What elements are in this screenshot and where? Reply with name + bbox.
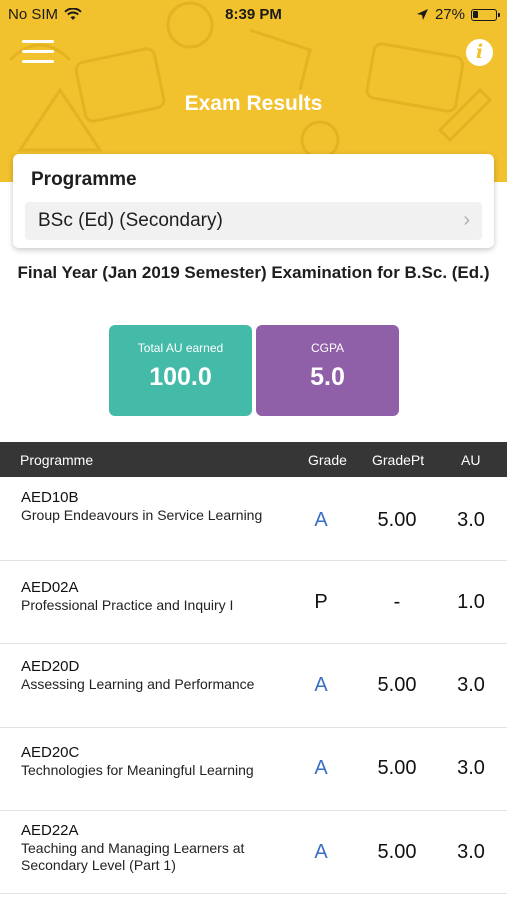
course-code: AED10B [21,489,79,506]
cgpa-value: 5.0 [310,363,345,391]
total-au-card: Total AU earned 100.0 [109,325,252,416]
table-row[interactable]: AED20C Technologies for Meaningful Learn… [0,728,507,811]
header-programme: Programme [20,452,94,468]
status-bar: No SIM 8:39 PM 27% [0,0,507,30]
course-info: AED20C Technologies for Meaningful Learn… [21,744,291,779]
table-row[interactable]: AED22A Teaching and Managing Learners at… [0,811,507,894]
course-info: AED20D Assessing Learning and Performanc… [21,658,291,693]
programme-selector[interactable]: BSc (Ed) (Secondary) › [25,202,482,240]
total-au-value: 100.0 [149,363,212,391]
course-code: AED22A [21,822,79,839]
course-grade-point: 5.00 [377,841,417,863]
exam-title: Final Year (Jan 2019 Semester) Examinati… [17,263,490,282]
course-name: Teaching and Managing Learners at Second… [21,840,245,873]
programme-label: Programme [31,169,137,190]
course-code: AED02A [21,579,79,596]
programme-selected-value: BSc (Ed) (Secondary) [38,210,223,231]
total-au-label: Total AU earned [137,341,224,355]
course-name: Technologies for Meaningful Learning [21,762,254,778]
table-row[interactable]: AED10B Group Endeavours in Service Learn… [0,477,507,561]
header-gradept: GradePt [372,452,425,468]
course-grade-point: 5.00 [377,509,417,531]
programme-card: Programme BSc (Ed) (Secondary) › [13,154,494,248]
battery-percent: 27% [434,6,465,23]
course-info: AED10B Group Endeavours in Service Learn… [21,489,291,524]
header-grade: Grade [308,452,347,468]
menu-button[interactable] [22,40,54,66]
battery-icon [471,8,500,21]
cgpa-label: CGPA [310,341,345,355]
table-row[interactable]: AED20D Assessing Learning and Performanc… [0,644,507,728]
status-right: 27% [416,6,500,23]
course-au: 3.0 [457,841,485,863]
course-grade: A [314,757,328,779]
cgpa-card: CGPA 5.0 [256,325,399,416]
chevron-right-icon: › [463,209,470,231]
info-icon[interactable]: i [466,39,493,66]
course-au: 1.0 [457,591,485,613]
course-grade: A [314,841,328,863]
course-name: Assessing Learning and Performance [21,676,255,692]
course-code: AED20C [21,744,80,761]
course-grade-point: 5.00 [377,674,417,696]
battery-level [473,10,478,18]
course-grade-point: - [393,591,401,613]
course-code: AED20D [21,658,80,675]
location-arrow-icon [416,9,428,20]
course-grade: P [314,591,328,613]
table-row[interactable]: AED02A Professional Practice and Inquiry… [0,561,507,644]
course-grade: A [314,674,328,696]
course-au: 3.0 [457,509,485,531]
course-grade: A [314,509,328,531]
course-grade-point: 5.00 [377,757,417,779]
course-au: 3.0 [457,757,485,779]
table-header: Programme Grade GradePt AU [0,442,507,477]
header-au: AU [461,452,481,468]
page-title: Exam Results [184,92,323,115]
course-name: Professional Practice and Inquiry I [21,597,234,613]
course-au: 3.0 [457,674,485,696]
course-info: AED02A Professional Practice and Inquiry… [21,579,291,614]
course-name: Group Endeavours in Service Learning [21,507,263,523]
course-info: AED22A Teaching and Managing Learners at… [21,822,291,874]
